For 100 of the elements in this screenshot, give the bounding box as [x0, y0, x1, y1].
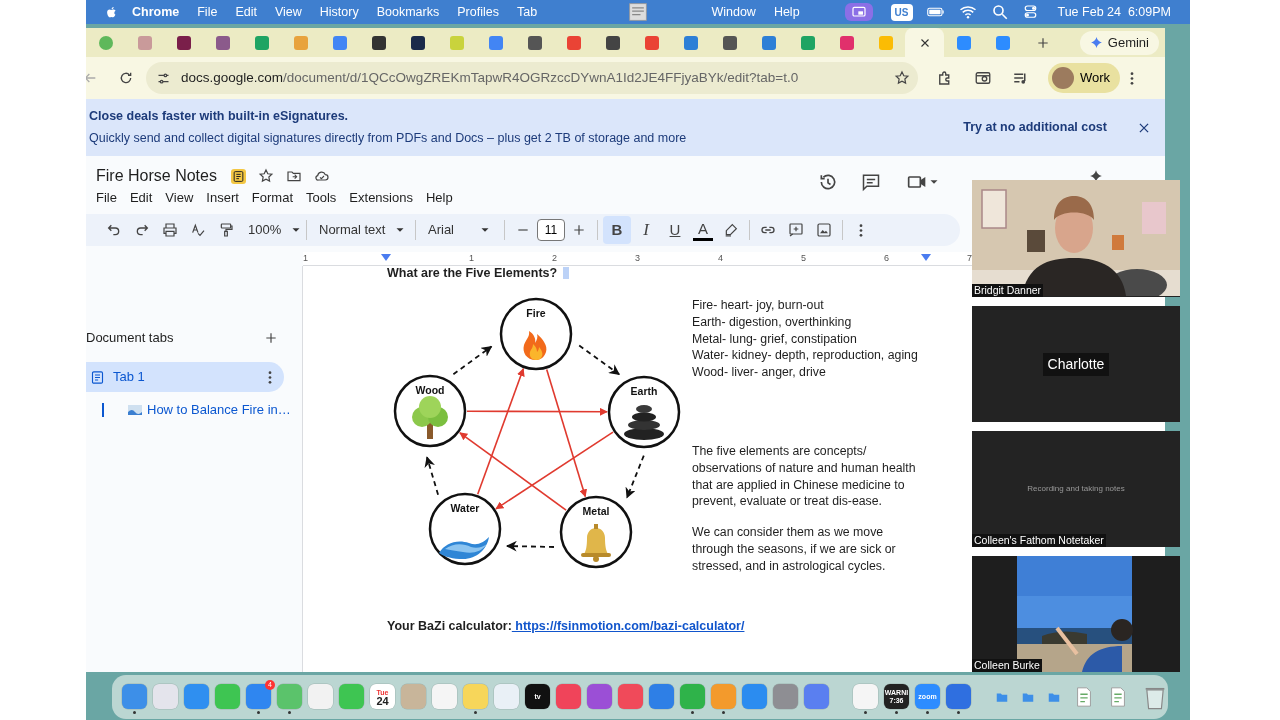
- app-icon[interactable]: [946, 684, 971, 709]
- menu-item[interactable]: Help: [425, 188, 466, 208]
- text-line: Metal- lung- grief, constipation: [692, 330, 858, 348]
- app-icon[interactable]: [184, 684, 209, 709]
- address-bar[interactable]: docs.google.com/document/d/1QCcOwgZREKmTapwR4OGRzccDYwnA1Id2JE4FFjyaBYk/edit?tab=t.0: [146, 62, 918, 94]
- bookmark-star-icon[interactable]: [894, 70, 910, 86]
- paint-roller-icon: [218, 222, 234, 238]
- indent-marker[interactable]: [381, 254, 391, 262]
- participant-name: Colleen's Fathom Notetaker: [972, 534, 1106, 547]
- menu-item[interactable]: Edit: [226, 0, 266, 24]
- element-label: Water: [450, 502, 480, 514]
- star-icon[interactable]: [257, 168, 274, 184]
- sparkle-icon: [1089, 36, 1103, 49]
- app-icon[interactable]: [618, 684, 643, 709]
- app-icon[interactable]: [742, 684, 767, 709]
- more-icon: [859, 223, 863, 237]
- paragraph: We can consider them as we move through the seasons, if we are sick or stressed, and in astrological cycles.: [692, 524, 897, 575]
- sparkle-icon[interactable]: [1089, 169, 1103, 183]
- sidebar-heading: Document tabs: [86, 329, 175, 348]
- ruler-number: 4: [718, 253, 723, 263]
- cycle-arrow: [424, 456, 439, 496]
- menu-item[interactable]: File: [96, 188, 130, 208]
- url-text[interactable]: docs.google.com/document/d/1QCcOwgZREKmTapwR4OGRzccDYwnA1Id2JE4FFjyaBYk/edit?tab=t.0: [181, 67, 884, 89]
- clock[interactable]: Tue Feb 24 6:09PM: [1048, 0, 1180, 24]
- comment-icon[interactable]: [861, 172, 881, 192]
- element-label: Fire: [526, 307, 546, 319]
- menu-item[interactable]: View: [265, 0, 311, 24]
- font-dropdown[interactable]: Arial: [420, 216, 500, 244]
- ruler-number: 7: [967, 253, 972, 263]
- banner-title: Close deals faster with built-in eSignatures.: [89, 108, 350, 126]
- screen-share-icon[interactable]: [844, 3, 873, 21]
- page-heading: What are the Five Elements?: [387, 266, 558, 280]
- menu-item[interactable]: Insert: [206, 188, 252, 208]
- menu-item[interactable]: Window: [702, 0, 765, 24]
- cycle-arrow: [578, 344, 620, 376]
- tab-search-icon[interactable]: [974, 69, 992, 87]
- menu-item[interactable]: Profiles: [448, 0, 508, 24]
- menu-item[interactable]: Help: [764, 0, 809, 24]
- menu-item[interactable]: View: [165, 188, 207, 208]
- reload-button[interactable]: [118, 70, 134, 86]
- print-icon: [162, 222, 178, 238]
- menu-item[interactable]: Extensions: [349, 188, 426, 208]
- document-tab[interactable]: Tab 1: [86, 362, 284, 392]
- text-line: Wood- liver- anger, drive: [692, 364, 827, 381]
- menu-item[interactable]: Bookmarks: [367, 0, 449, 24]
- spellcheck-icon: [190, 222, 206, 238]
- ruler-number: 3: [635, 253, 640, 263]
- italic-button[interactable]: I: [632, 216, 660, 244]
- app-icon[interactable]: [804, 684, 829, 709]
- menu-item[interactable]: File: [188, 0, 227, 24]
- profile-button[interactable]: Work: [1048, 63, 1121, 93]
- indent-marker[interactable]: [921, 254, 931, 262]
- font-size-field[interactable]: 11: [537, 219, 565, 241]
- more-icon: [1130, 71, 1135, 85]
- calculator-label: Your BaZi calculator:: [387, 619, 512, 633]
- close-icon[interactable]: [918, 36, 931, 49]
- menu-item[interactable]: Format: [251, 188, 306, 208]
- style-dropdown[interactable]: Normal text: [311, 216, 411, 244]
- bold-button[interactable]: B: [603, 216, 631, 244]
- text-line: Water- kidney- depth, reproduction, aging: [692, 347, 919, 365]
- menu-item[interactable]: History: [310, 0, 368, 24]
- try-link[interactable]: Try at no additional cost: [963, 118, 1107, 137]
- outline-item[interactable]: How to Balance Fire in…: [147, 400, 291, 420]
- text-line: Fire- heart- joy, burn-out: [692, 297, 825, 314]
- wifi-icon[interactable]: [958, 3, 977, 21]
- add-comment-icon: [788, 222, 804, 238]
- plus-icon: [572, 223, 586, 237]
- document-icon: [90, 369, 105, 385]
- cycle-arrow: [625, 454, 645, 499]
- search-icon[interactable]: [990, 3, 1009, 21]
- app-icon[interactable]: [556, 684, 581, 709]
- participant-name: Charlotte: [1042, 352, 1110, 376]
- app-icon[interactable]: [587, 684, 612, 709]
- menu-item[interactable]: Tab: [507, 0, 547, 24]
- app-icon[interactable]: [680, 684, 705, 709]
- app-menu[interactable]: Chrome: [123, 0, 189, 24]
- document-title[interactable]: Fire Horse Notes: [96, 166, 217, 186]
- app-icon[interactable]: [649, 684, 674, 709]
- app-icon[interactable]: [122, 684, 147, 709]
- history-icon[interactable]: [818, 172, 838, 192]
- document-thumbnail-icon[interactable]: [628, 2, 649, 22]
- screen-icon: [850, 4, 867, 20]
- gemini-button[interactable]: Gemini: [1079, 30, 1159, 55]
- zoom-dropdown[interactable]: 100%: [240, 216, 302, 244]
- add-tab-icon[interactable]: [264, 331, 278, 345]
- more-icon[interactable]: [268, 370, 272, 384]
- input-source-indicator[interactable]: US: [890, 3, 913, 21]
- menu-item[interactable]: Tools: [306, 188, 350, 208]
- document-badge-icon[interactable]: [230, 168, 246, 184]
- ruler-number: 5: [801, 253, 806, 263]
- app-icon[interactable]: [773, 684, 798, 709]
- image-thumbnail-icon: [128, 405, 142, 415]
- more-menu-button[interactable]: [1130, 71, 1135, 85]
- underline-button[interactable]: U: [661, 216, 689, 244]
- text-color-button[interactable]: A: [693, 219, 713, 241]
- new-tab-button[interactable]: [1036, 35, 1050, 50]
- calculator-link[interactable]: https://fsinmotion.com/bazi-calculator/: [511, 619, 745, 633]
- plus-icon: [1036, 35, 1050, 50]
- menu-item[interactable]: Edit: [129, 188, 166, 208]
- move-folder-icon[interactable]: [285, 168, 302, 184]
